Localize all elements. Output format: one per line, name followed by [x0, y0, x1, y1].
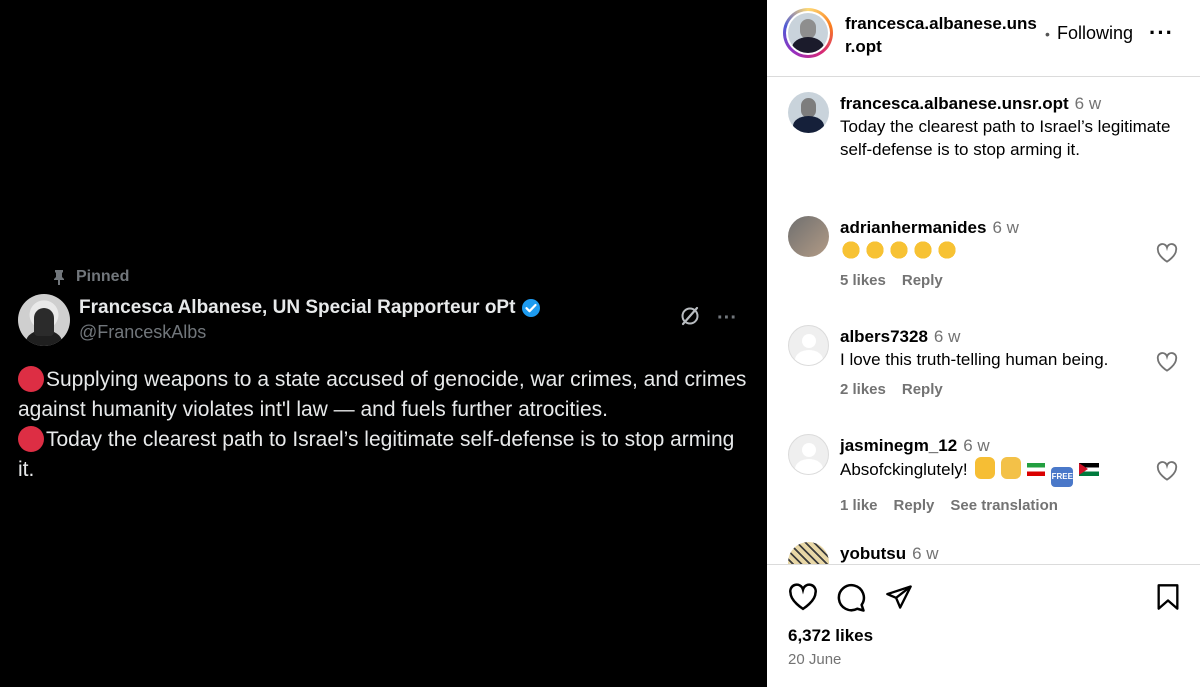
see-translation-link[interactable]: See translation — [950, 494, 1058, 517]
comment-likes[interactable]: 2 likes — [840, 378, 886, 401]
clapping-hands-emoji-icon — [840, 239, 960, 260]
pinned-indicator: Pinned — [52, 268, 129, 286]
comment-avatar[interactable] — [788, 542, 829, 564]
tweet-line-1: Supplying weapons to a state accused of … — [18, 368, 747, 421]
caption-avatar[interactable] — [788, 92, 829, 133]
more-options-icon[interactable]: ··· — [1149, 20, 1174, 46]
comment-meta: 1 like Reply See translation — [840, 494, 1180, 517]
header-separator: • — [1045, 26, 1050, 42]
red-circle-emoji-icon — [18, 426, 44, 452]
caption-body: Today the clearest path to Israel’s legi… — [840, 117, 1171, 159]
comment-username[interactable]: jasminegm_12 — [840, 436, 957, 455]
post-actions: 6,372 likes 20 June — [767, 564, 1200, 687]
tweet-more-icon: ··· — [717, 306, 737, 329]
avatar-inner — [786, 11, 830, 55]
tweet-line-2: Today the clearest path to Israel’s legi… — [18, 428, 735, 481]
verified-badge-icon — [521, 298, 541, 318]
tweet-handle: @FranceskAlbs — [79, 322, 207, 342]
comment-avatar[interactable] — [788, 434, 829, 475]
avatar — [788, 13, 828, 53]
comment-like-heart-icon[interactable] — [1156, 352, 1178, 377]
pinned-label: Pinned — [76, 268, 130, 285]
comment-content: albers7328 6 w I love this truth-telling … — [840, 325, 1180, 401]
tweet-body: Supplying weapons to a state accused of … — [18, 365, 748, 485]
action-icons — [788, 583, 914, 618]
post-media: Pinned Francesca Albanese, UN Special Ra… — [0, 0, 767, 687]
comment-content: yobutsu 6 w — [840, 542, 1180, 564]
tweet-paragraph-2: Today the clearest path to Israel’s legi… — [18, 425, 748, 485]
pin-icon — [52, 269, 66, 285]
post-header: francesca.albanese.unsr.opt • Following … — [767, 0, 1200, 77]
comment-time: 6 w — [933, 327, 961, 346]
reply-button[interactable]: Reply — [902, 378, 943, 401]
comment-time: 6 w — [912, 544, 939, 563]
reply-button[interactable]: Reply — [902, 269, 943, 292]
comment-like-heart-icon[interactable] — [1156, 461, 1178, 486]
comment-meta: 2 likes Reply — [840, 378, 1180, 401]
comments-list[interactable]: francesca.albanese.unsr.opt 6 w Today the… — [767, 78, 1200, 564]
post-like-count[interactable]: 6,372 likes — [788, 626, 873, 646]
tweet-avatar — [18, 294, 70, 346]
comment-emoji-group-icon: FREE — [972, 457, 1102, 487]
comment-icon[interactable] — [836, 583, 866, 618]
caption-time: 6 w — [1074, 94, 1102, 113]
comment-meta: 5 likes Reply — [840, 269, 1180, 292]
save-bookmark-icon[interactable] — [1156, 583, 1180, 616]
comment-body: Absofckinglutely! — [840, 460, 968, 479]
caption-text: francesca.albanese.unsr.opt 6 w Today the… — [840, 92, 1180, 161]
comment-time: 6 w — [992, 218, 1019, 237]
following-button[interactable]: Following — [1057, 23, 1133, 44]
caption-username[interactable]: francesca.albanese.unsr.opt — [840, 94, 1069, 113]
story-ring-avatar[interactable] — [783, 8, 833, 58]
tweet-actions: ··· — [679, 305, 737, 332]
grok-icon — [679, 305, 701, 332]
like-heart-icon[interactable] — [788, 583, 818, 618]
comment-username[interactable]: albers7328 — [840, 327, 928, 346]
comment-content: jasminegm_12 6 w Absofckinglutely! FREE 1… — [840, 434, 1180, 517]
share-send-icon[interactable] — [884, 583, 914, 618]
comment-avatar[interactable] — [788, 216, 829, 257]
tweet-paragraph-1: Supplying weapons to a state accused of … — [18, 365, 748, 425]
comment-like-heart-icon[interactable] — [1156, 243, 1178, 268]
tweet-header: Francesca Albanese, UN Special Rapporteu… — [18, 294, 737, 346]
tweet-names: Francesca Albanese, UN Special Rapporteu… — [79, 297, 679, 343]
red-circle-emoji-icon — [18, 366, 44, 392]
header-username[interactable]: francesca.albanese.unsr.opt — [845, 12, 1041, 58]
comment-time: 6 w — [963, 436, 990, 455]
tweet-display-name: Francesca Albanese, UN Special Rapporteu… — [79, 297, 679, 319]
comment-likes[interactable]: 5 likes — [840, 269, 886, 292]
comment-content: adrianhermanides 6 w 5 likes Reply — [840, 216, 1180, 292]
reply-button[interactable]: Reply — [894, 494, 935, 517]
post-side-panel: francesca.albanese.unsr.opt • Following … — [767, 0, 1200, 687]
post-date: 20 June — [788, 651, 842, 668]
tweet-display-name-text: Francesca Albanese, UN Special Rapporteu… — [79, 297, 516, 318]
comment-username[interactable]: yobutsu — [840, 544, 906, 563]
comment-username[interactable]: adrianhermanides — [840, 218, 986, 237]
comment-likes[interactable]: 1 like — [840, 494, 878, 517]
comment-body: I love this truth-telling human being. — [840, 350, 1109, 369]
comment-avatar[interactable] — [788, 325, 829, 366]
